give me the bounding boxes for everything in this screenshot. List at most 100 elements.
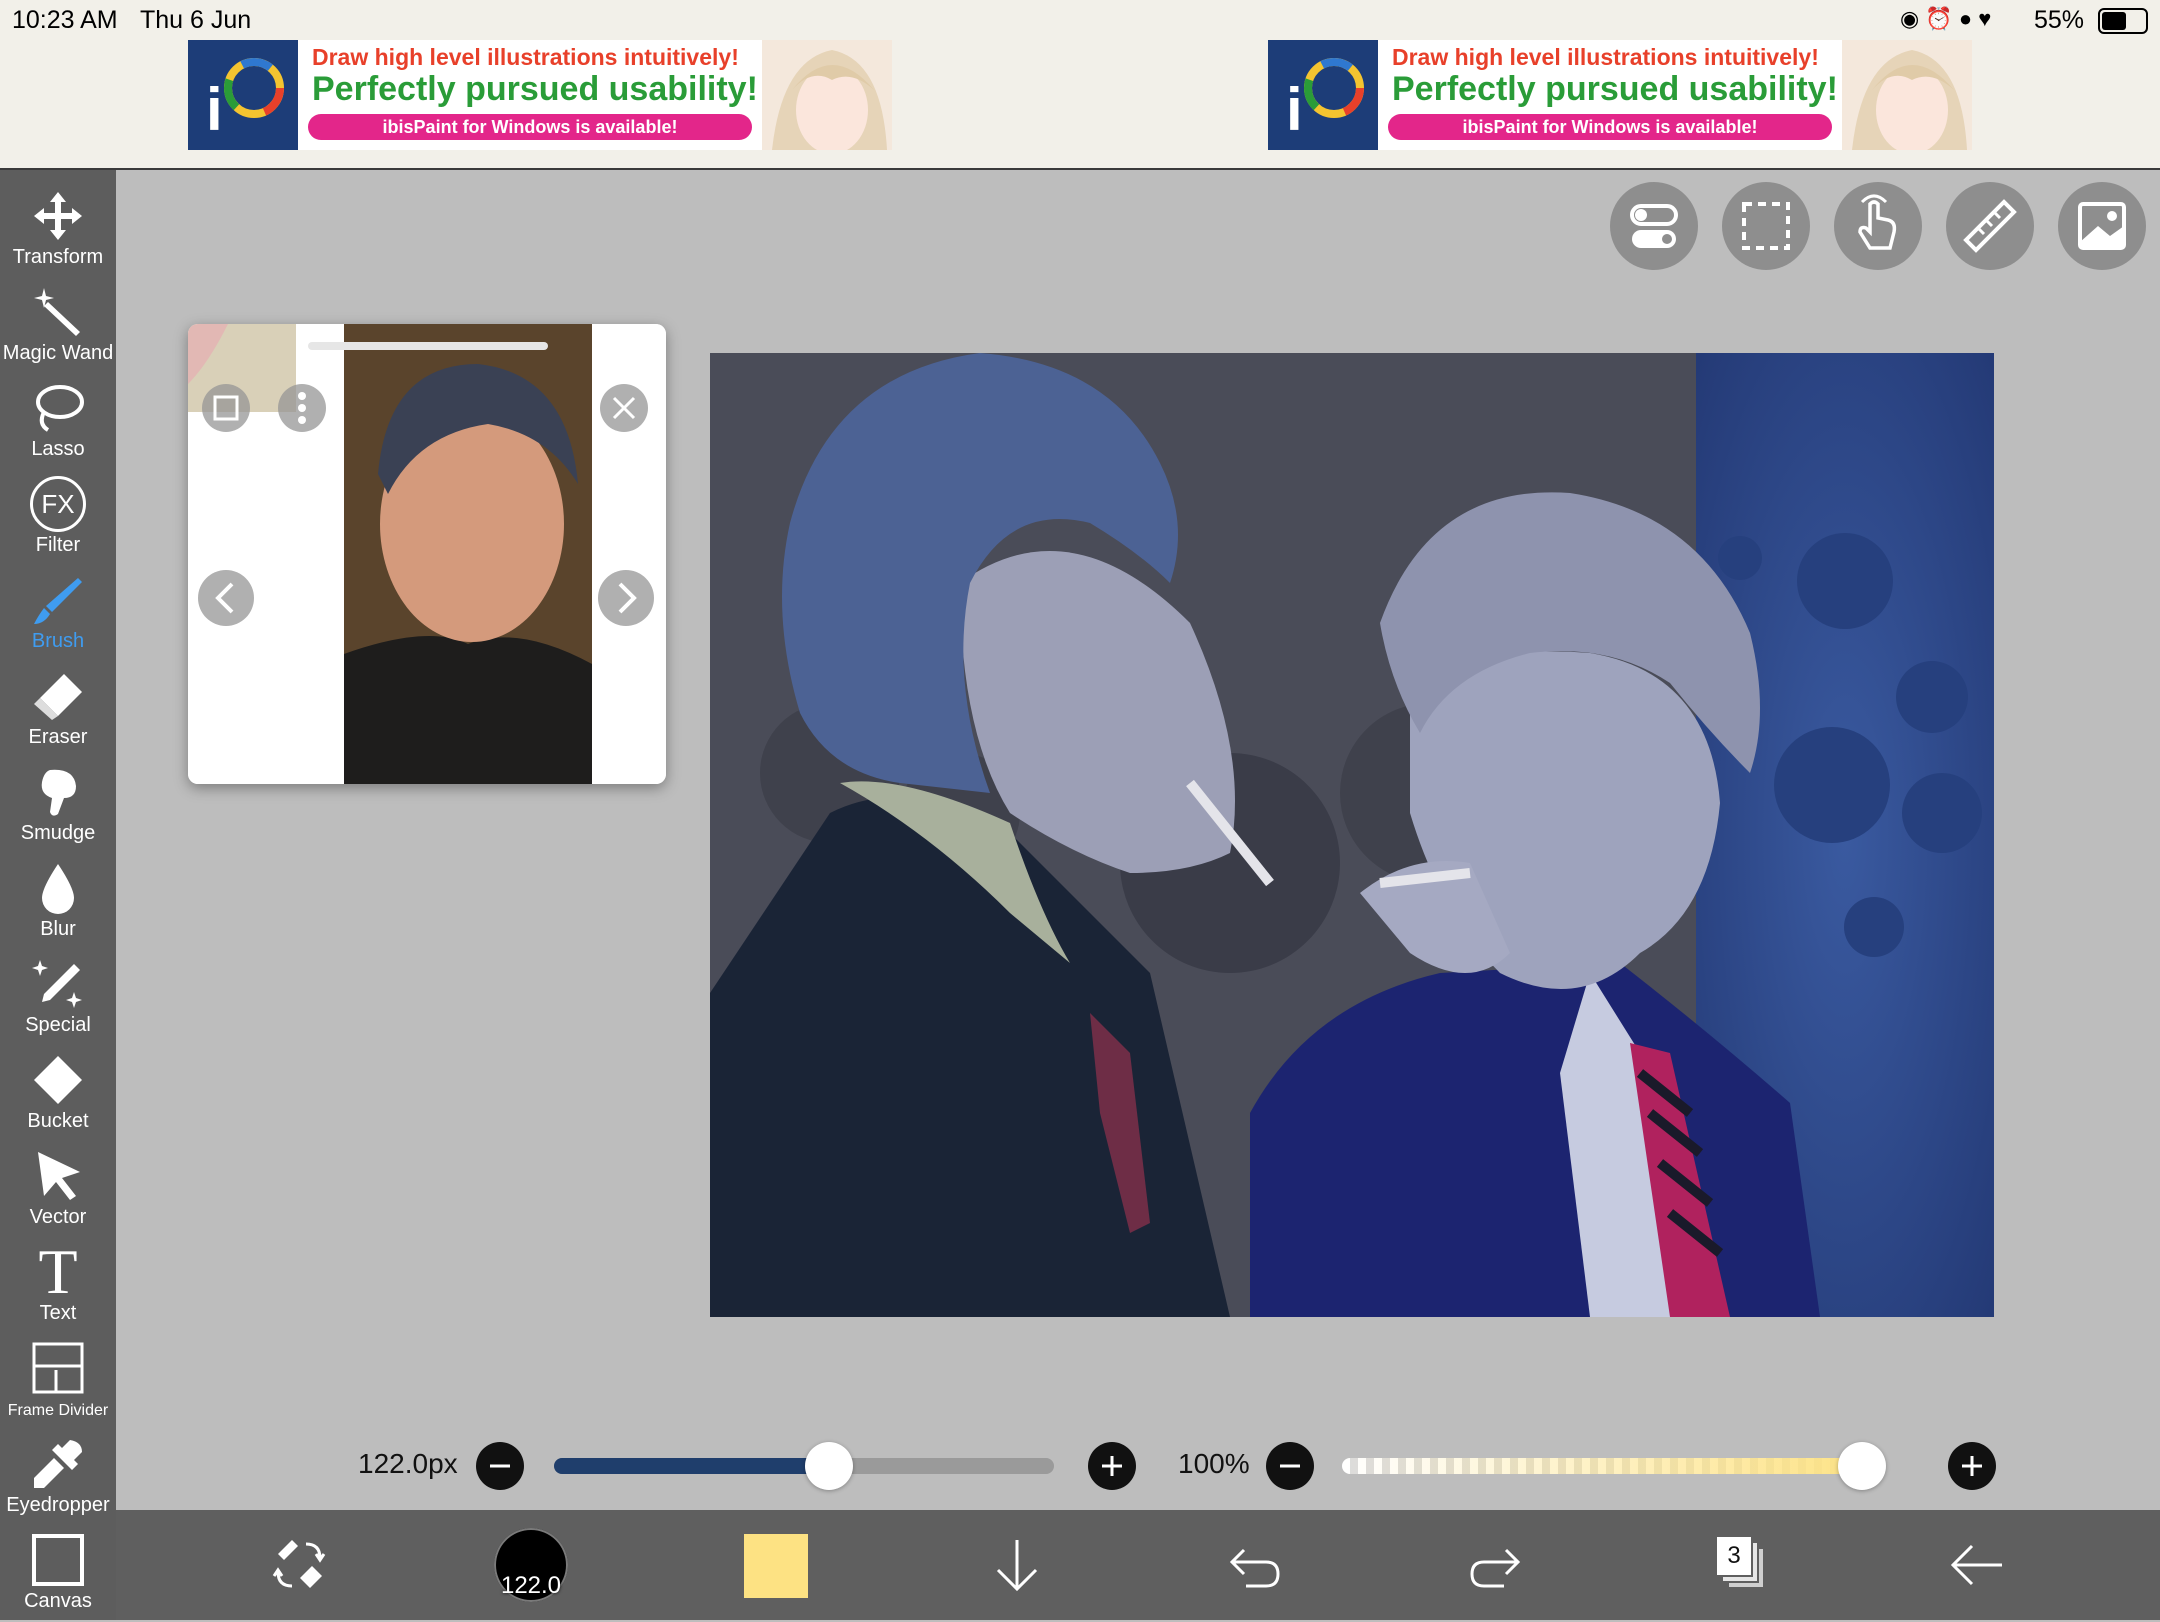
ad-slogan: Perfectly pursued usability! <box>1392 70 1838 108</box>
opacity-slider[interactable] <box>1342 1442 1886 1490</box>
reference-drag-handle[interactable] <box>308 342 548 350</box>
brush-eraser-swap-icon <box>272 1540 326 1588</box>
chevron-right-icon <box>618 582 637 614</box>
ad-slogan: Perfectly pursued usability! <box>312 70 758 108</box>
brush-size-increase-button[interactable] <box>1088 1442 1136 1490</box>
drawing-canvas[interactable] <box>710 353 1994 1317</box>
download-button[interactable] <box>984 1532 1050 1598</box>
tool-label: Smudge <box>20 822 96 844</box>
ruler-button[interactable] <box>1946 182 2034 270</box>
redo-icon <box>1470 1548 1521 1588</box>
redo-button[interactable] <box>1462 1532 1528 1598</box>
tool-transform[interactable]: Transform <box>0 182 116 278</box>
current-color-swatch[interactable] <box>744 1534 808 1598</box>
back-button[interactable] <box>1944 1532 2010 1598</box>
tool-label: Special <box>25 1014 91 1036</box>
fx-icon: FX <box>30 476 86 532</box>
ad-banner-area: i Draw high level illustrations intuitiv… <box>0 40 2160 170</box>
tool-label: Frame Divider <box>7 1402 109 1419</box>
ruler-icon <box>1963 199 2017 253</box>
bottom-toolbar: 122.0 3 <box>116 1510 2160 1620</box>
status-icons: ◉ ⏰ ● ♥ <box>1900 6 1992 31</box>
status-time: 10:23 AM <box>12 6 118 34</box>
tool-brush[interactable]: Brush <box>0 566 116 662</box>
ibispaint-logo: i <box>188 40 298 150</box>
tool-frame-divider[interactable]: Frame Divider <box>0 1334 116 1430</box>
minus-icon <box>1280 1464 1300 1468</box>
tool-special[interactable]: Special <box>0 950 116 1046</box>
svg-text:i: i <box>206 76 223 143</box>
selection-button[interactable] <box>1722 182 1810 270</box>
brush-size-preview-label: 122.0 <box>500 1572 562 1599</box>
opacity-slider-fill <box>1342 1458 1876 1474</box>
artwork-illustration <box>710 353 1994 1317</box>
tool-canvas[interactable]: Canvas <box>0 1526 116 1622</box>
reference-window[interactable] <box>188 324 666 784</box>
reference-prev-button[interactable] <box>198 570 254 626</box>
tool-filter[interactable]: FX Filter <box>0 470 116 566</box>
opacity-increase-button[interactable] <box>1948 1442 1996 1490</box>
tool-label: Blur <box>40 918 76 940</box>
tool-label: Magic Wand <box>2 342 114 364</box>
brush-size-value: 122.0px <box>358 1448 458 1479</box>
toggle-icon <box>1630 204 1678 248</box>
tool-label: Filter <box>35 534 81 556</box>
tool-label: Eraser <box>28 726 88 748</box>
drop-icon <box>42 864 74 914</box>
opacity-slider-knob[interactable] <box>1838 1442 1886 1490</box>
brush-size-slider-knob[interactable] <box>805 1442 853 1490</box>
tool-vector[interactable]: Vector <box>0 1142 116 1238</box>
arrow-left-icon <box>1950 1544 2002 1586</box>
brush-size-slider[interactable] <box>554 1442 1054 1490</box>
tool-magic-wand[interactable]: Magic Wand <box>0 278 116 374</box>
ad-character-image <box>762 40 892 150</box>
eraser-icon <box>34 674 82 720</box>
reference-fit-button[interactable] <box>202 384 250 432</box>
cursor-arrow-icon <box>38 1152 80 1200</box>
canvas-icon <box>32 1534 84 1586</box>
layers-button[interactable]: 3 <box>1706 1528 1776 1598</box>
ad-headline: Draw high level illustrations intuitivel… <box>1392 44 1819 70</box>
ad-headline: Draw high level illustrations intuitivel… <box>312 44 739 70</box>
tool-bucket[interactable]: Bucket <box>0 1046 116 1142</box>
tool-eraser[interactable]: Eraser <box>0 662 116 758</box>
brush-size-preview-button[interactable]: 122.0 <box>494 1528 568 1602</box>
reference-next-button[interactable] <box>598 570 654 626</box>
move-arrows-icon <box>34 192 82 240</box>
toggle-settings-button[interactable] <box>1610 182 1698 270</box>
opacity-decrease-button[interactable] <box>1266 1442 1314 1490</box>
ad-banner[interactable]: i Draw high level illustrations intuitiv… <box>1268 40 1972 150</box>
tool-eyedropper[interactable]: Eyedropper <box>0 1430 116 1526</box>
tool-swap-button[interactable] <box>266 1532 332 1598</box>
brush-size-decrease-button[interactable] <box>476 1442 524 1490</box>
arrow-down-icon <box>996 1540 1038 1592</box>
finger-icon <box>41 769 76 816</box>
reference-image-button[interactable] <box>2058 182 2146 270</box>
undo-button[interactable] <box>1222 1532 1288 1598</box>
tool-label: Text <box>39 1302 77 1324</box>
brush-parameter-bar: 122.0px 100% <box>116 1420 2160 1510</box>
tool-blur[interactable]: Blur <box>0 854 116 950</box>
tool-lasso[interactable]: Lasso <box>0 374 116 470</box>
image-icon <box>2078 202 2126 250</box>
ad-cta: ibisPaint for Windows is available! <box>1388 114 1832 140</box>
tool-text[interactable]: T Text <box>0 1238 116 1334</box>
frame-divider-icon <box>32 1342 84 1394</box>
ad-character-image <box>1842 40 1972 150</box>
plus-icon <box>1962 1456 1982 1476</box>
reference-menu-button[interactable] <box>278 384 326 432</box>
opacity-value: 100% <box>1178 1448 1250 1479</box>
chevron-left-icon <box>215 582 234 614</box>
status-bar: 10:23 AM Thu 6 Jun ◉ ⏰ ● ♥ 55% <box>0 0 2160 40</box>
brush-icon <box>34 578 82 624</box>
eyedropper-icon <box>34 1440 82 1488</box>
ad-cta: ibisPaint for Windows is available! <box>308 114 752 140</box>
status-date: Thu 6 Jun <box>140 6 252 34</box>
tool-label: Canvas <box>24 1590 92 1612</box>
touch-gesture-button[interactable] <box>1834 182 1922 270</box>
tool-smudge[interactable]: Smudge <box>0 758 116 854</box>
tool-sidebar: Transform Magic Wand Lasso FX Filter Bru… <box>0 170 116 1620</box>
reference-close-button[interactable] <box>600 384 648 432</box>
reference-image <box>188 324 666 784</box>
ad-banner[interactable]: i Draw high level illustrations intuitiv… <box>188 40 892 150</box>
